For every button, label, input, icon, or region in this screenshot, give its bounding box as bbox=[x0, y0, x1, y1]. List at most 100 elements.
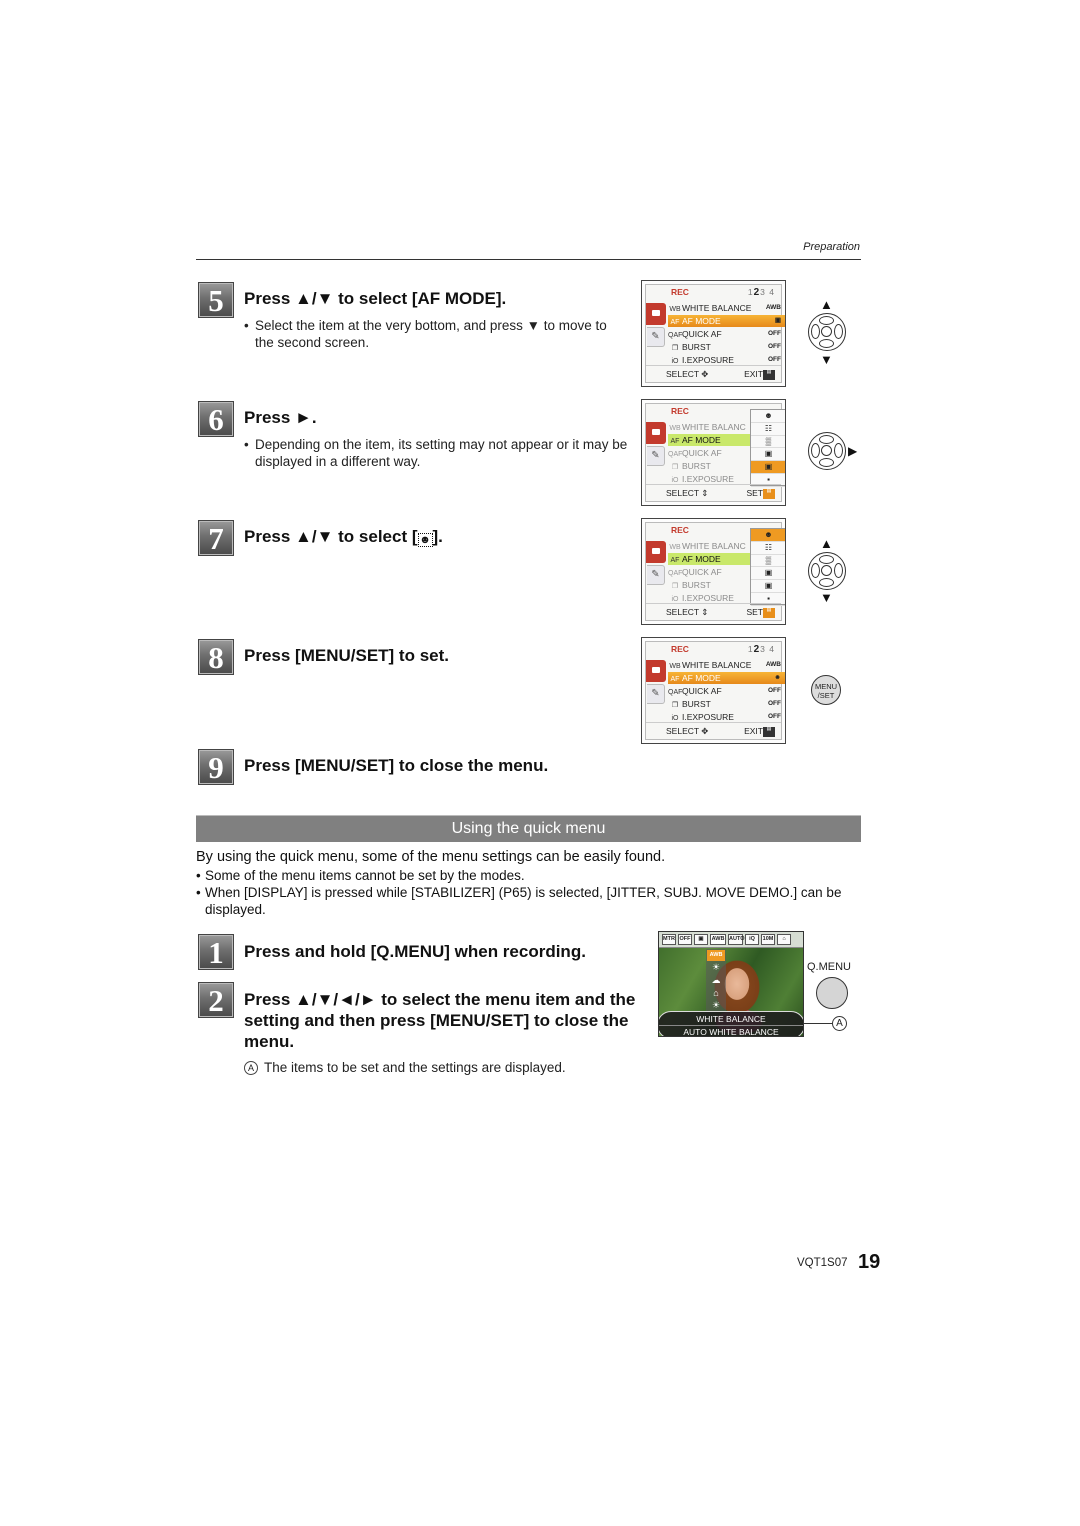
step-number-badge: 5 bbox=[198, 282, 234, 318]
step-title: Press ▲/▼ to select [AF MODE]. bbox=[244, 289, 507, 308]
setting-item-name: WHITE BALANCE bbox=[659, 1013, 803, 1026]
camera-lcd-screen: ✎ REC WBWHITE BALANC AF AF MODE QAFQUICK … bbox=[641, 399, 786, 506]
step-note-text: Select the item at the very bottom, and … bbox=[255, 318, 607, 350]
down-arrow-icon: ▼ bbox=[820, 352, 833, 367]
menu-item-white-balance: WBWHITE BALANC bbox=[669, 422, 746, 432]
af-option-face-detection-icon: ☻ bbox=[751, 529, 785, 542]
step-title: Press [MENU/SET] to close the menu. bbox=[244, 756, 549, 775]
menu-item-burst: ❐ BURST OFF bbox=[671, 699, 781, 709]
top-rule bbox=[196, 259, 861, 260]
af-option-1-area-icon: ▣ bbox=[751, 580, 785, 593]
halogen-icon: ☀ bbox=[711, 1000, 721, 1010]
camera-lcd-screen: ✎ REC 123 4 WBWHITE BALANCE AWB AF AF MODE… bbox=[641, 280, 786, 387]
iso-auto-icon: AUTO bbox=[728, 934, 744, 945]
cloudy-icon: ☁ bbox=[711, 975, 721, 985]
setting-value-name: AUTO WHITE BALANCE bbox=[683, 1027, 779, 1037]
document-code: VQT1S07 bbox=[797, 1257, 848, 1269]
step-number-badge: 9 bbox=[198, 749, 234, 785]
rec-tab-icon bbox=[646, 303, 666, 325]
callout-a-icon: A bbox=[832, 1016, 847, 1031]
af-mode-options: ☻ ☷ ▒ ▣ ▣ ▪ bbox=[750, 409, 785, 487]
af-mode-options: ☻ ☷ ▒ ▣ ▣ ▪ bbox=[750, 528, 785, 606]
section-heading: Using the quick menu bbox=[451, 820, 606, 837]
menu-item-quick-af: QAFQUICK AF bbox=[668, 448, 722, 458]
page-indicator: 123 4 bbox=[747, 644, 775, 655]
menu-set-button-icon: MENU/SET bbox=[811, 675, 841, 705]
step-number-badge: 8 bbox=[198, 639, 234, 675]
menu-set-icon: ▤ bbox=[763, 488, 775, 499]
step-title: Press and hold [Q.MENU] when recording. bbox=[244, 942, 586, 961]
intelligent-exposure-icon: iQ bbox=[745, 934, 759, 945]
step-title: Press [MENU/SET] to set. bbox=[244, 646, 449, 665]
daylight-icon: ☀ bbox=[711, 962, 721, 972]
af-option-tracking-icon: ☷ bbox=[751, 423, 785, 436]
section-label: Preparation bbox=[803, 241, 860, 253]
menu-item-white-balance: WBWHITE BALANCE AWB bbox=[669, 303, 781, 313]
callout-note: A The items to be set and the settings ar… bbox=[244, 1060, 566, 1075]
note-text: Some of the menu items cannot be set by … bbox=[205, 868, 525, 883]
af-option-1-area-hs-icon: ▣ bbox=[751, 448, 785, 462]
rec-tab-icon bbox=[646, 541, 666, 563]
note-item: • Some of the menu items cannot be set by… bbox=[196, 867, 856, 884]
menu-item-white-balance: WBWHITE BALANC bbox=[669, 541, 746, 551]
callout-line bbox=[804, 1023, 832, 1024]
lcd-footer: SELECT ✥ EXIT ▤ bbox=[646, 365, 781, 382]
down-arrow-icon: ▼ bbox=[820, 590, 833, 605]
awb-selected-icon: AWB bbox=[707, 950, 725, 961]
af-option-1-area-hs-icon: ▣ bbox=[751, 567, 785, 581]
af-option-face-detection-icon: ☻ bbox=[751, 410, 785, 423]
af-option-1-area-icon: ▣ bbox=[751, 461, 785, 474]
menu-header: REC bbox=[671, 287, 689, 297]
page-indicator: 123 4 bbox=[747, 287, 775, 298]
note-text: When [DISPLAY] is pressed while [STABILI… bbox=[205, 885, 842, 917]
menu-header: REC bbox=[671, 644, 689, 654]
menu-item-burst: ❐ BURST bbox=[671, 461, 711, 471]
white-balance-options: AWB ☀ ☁ ⌂ ☀ bbox=[706, 949, 726, 1011]
step-number-badge: 1 bbox=[198, 934, 234, 970]
lcd-footer: SELECT ⇕ SET ▤ bbox=[646, 603, 781, 620]
camera-lcd-screen: ✎ REC WBWHITE BALANC AF AF MODE QAFQUICK … bbox=[641, 518, 786, 625]
q-menu-label: Q.MENU bbox=[807, 961, 851, 973]
step-note: • Select the item at the very bottom, and… bbox=[244, 317, 614, 351]
step-title: Press ►. bbox=[244, 408, 317, 427]
menu-item-burst: ❐ BURST bbox=[671, 580, 711, 590]
menu-item-af-mode: AF AF MODE ▣ bbox=[668, 315, 785, 327]
af-option-multi-area-icon: ▒ bbox=[751, 555, 785, 568]
setup-tab-icon: ✎ bbox=[647, 684, 665, 704]
step-note: • Depending on the item, its setting may … bbox=[244, 436, 636, 470]
menu-set-icon: ▤ bbox=[763, 369, 775, 380]
setup-tab-icon: ✎ bbox=[647, 446, 665, 466]
af-mode-icon: ▣ bbox=[694, 934, 708, 945]
note-item: • When [DISPLAY] is pressed while [STABIL… bbox=[196, 884, 856, 918]
metering-icon: MTR bbox=[662, 934, 676, 945]
menu-item-quick-af: QAFQUICK AF OFF bbox=[668, 686, 781, 696]
step-number-badge: 2 bbox=[198, 982, 234, 1018]
setup-tab-icon: ✎ bbox=[647, 327, 665, 347]
page-number: 19 bbox=[858, 1251, 881, 1273]
menu-item-af-mode: AF AF MODE bbox=[668, 434, 750, 446]
step-title: Press ▲/▼/◄/► to select the menu item an… bbox=[244, 990, 636, 1051]
cursor-button-dpad bbox=[808, 432, 846, 470]
rec-tab-icon bbox=[646, 660, 666, 682]
shade-icon: ⌂ bbox=[713, 988, 719, 998]
setup-tab-icon: ✎ bbox=[647, 565, 665, 585]
step-number-badge: 7 bbox=[198, 520, 234, 556]
burst-off-icon: OFF bbox=[678, 934, 692, 945]
menu-set-icon: ▤ bbox=[763, 607, 775, 618]
right-arrow-icon: ▶ bbox=[848, 444, 858, 458]
callout-note-text: The items to be set and the settings are… bbox=[264, 1060, 566, 1075]
intro-text: By using the quick menu, some of the men… bbox=[196, 849, 666, 865]
face-detection-icon: ☻ bbox=[417, 533, 433, 547]
q-menu-button-icon bbox=[816, 977, 848, 1009]
lcd-footer: SELECT ⇕ SET ▤ bbox=[646, 484, 781, 501]
menu-set-icon: ▤ bbox=[763, 726, 775, 737]
step-title: Press ▲/▼ to select [☻]. bbox=[244, 527, 443, 547]
picture-size-icon: 10M bbox=[761, 934, 775, 945]
lcd-footer: SELECT ✥ EXIT ▤ bbox=[646, 722, 781, 739]
menu-item-burst: ❐ BURST OFF bbox=[671, 342, 781, 352]
af-option-multi-area-icon: ▒ bbox=[751, 436, 785, 449]
menu-item-quick-af: QAFQUICK AF OFF bbox=[668, 329, 781, 339]
menu-header: REC bbox=[671, 406, 689, 416]
menu-header: REC bbox=[671, 525, 689, 535]
white-balance-icon: AWB bbox=[710, 934, 726, 945]
